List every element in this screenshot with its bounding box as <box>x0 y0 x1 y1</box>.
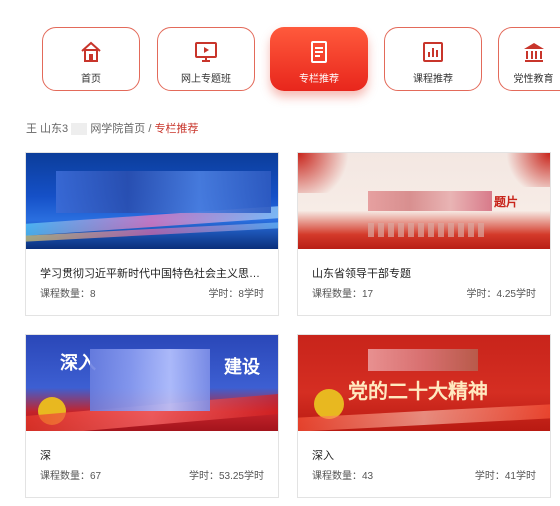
breadcrumb-current: 专栏推荐 <box>154 123 199 135</box>
card-title: 学习贯彻习近平新时代中国特色社会主义思… <box>40 268 260 280</box>
monitor-icon <box>195 41 217 62</box>
course-hours: 学时：53.25学时 <box>188 471 264 482</box>
chart-icon <box>423 41 443 62</box>
course-hours: 学时：4.25学时 <box>466 289 536 300</box>
card-title: 深 <box>40 450 51 462</box>
breadcrumb: 王 山东3 网学院首页 / 专栏推荐 <box>26 123 199 136</box>
card-title: 深入 <box>312 450 334 462</box>
card-thumbnail: 题片 <box>298 153 550 249</box>
breadcrumb-root[interactable]: 王 山东3 <box>26 123 68 135</box>
card-thumbnail <box>26 153 278 249</box>
nav-column-label: 专栏推荐 <box>299 73 339 85</box>
course-count: 课程数量：8 <box>40 289 96 300</box>
course-hours: 学时：41学时 <box>474 471 536 482</box>
banner-text: 建设 <box>224 357 260 377</box>
column-card[interactable]: 深入 建设 深 课程数量：67 学时：53.25学时 <box>25 334 279 498</box>
nav-party-edu-label: 党性教育 <box>513 73 554 85</box>
column-card[interactable]: 党的二十大精神 深入 课程数量：43 学时：41学时 <box>297 334 551 498</box>
card-title: 山东省领导干部专题 <box>312 268 411 280</box>
breadcrumb-home[interactable]: 网学院首页 <box>90 123 145 135</box>
card-thumbnail: 深入 建设 <box>26 335 278 431</box>
nav-column-button[interactable]: 专栏推荐 <box>270 27 368 91</box>
card-thumbnail: 党的二十大精神 <box>298 335 550 431</box>
card-meta: 课程数量：43 学时：41学时 <box>312 467 536 482</box>
nav-home-button[interactable]: 首页 <box>42 27 140 91</box>
course-count: 课程数量：43 <box>312 471 374 482</box>
banner-text: 党的二十大精神 <box>348 381 488 403</box>
nav-home-label: 首页 <box>81 73 101 85</box>
nav-online-class-label: 网上专题班 <box>181 73 231 85</box>
top-navigation: 首页 网上专题班 专栏推荐 课程推荐 党性教育 <box>0 0 560 110</box>
nav-course-label: 课程推荐 <box>413 73 453 85</box>
card-meta: 课程数量：17 学时：4.25学时 <box>312 285 536 300</box>
nav-course-button[interactable]: 课程推荐 <box>384 27 482 91</box>
building-icon <box>523 42 544 62</box>
banner-text: 题片 <box>494 195 519 209</box>
nav-online-class-button[interactable]: 网上专题班 <box>157 27 255 91</box>
document-icon <box>311 40 327 63</box>
card-meta: 课程数量：8 学时：8学时 <box>40 285 264 300</box>
column-card[interactable]: 题片 山东省领导干部专题 课程数量：17 学时：4.25学时 <box>297 152 551 316</box>
column-card[interactable]: 学习贯彻习近平新时代中国特色社会主义思… 课程数量：8 学时：8学时 <box>25 152 279 316</box>
course-count: 课程数量：67 <box>40 471 102 482</box>
home-icon <box>81 41 101 62</box>
nav-party-edu-button[interactable]: 党性教育 <box>498 27 560 91</box>
course-hours: 学时：8学时 <box>208 289 264 300</box>
course-count: 课程数量：17 <box>312 289 374 300</box>
card-meta: 课程数量：67 学时：53.25学时 <box>40 467 264 482</box>
